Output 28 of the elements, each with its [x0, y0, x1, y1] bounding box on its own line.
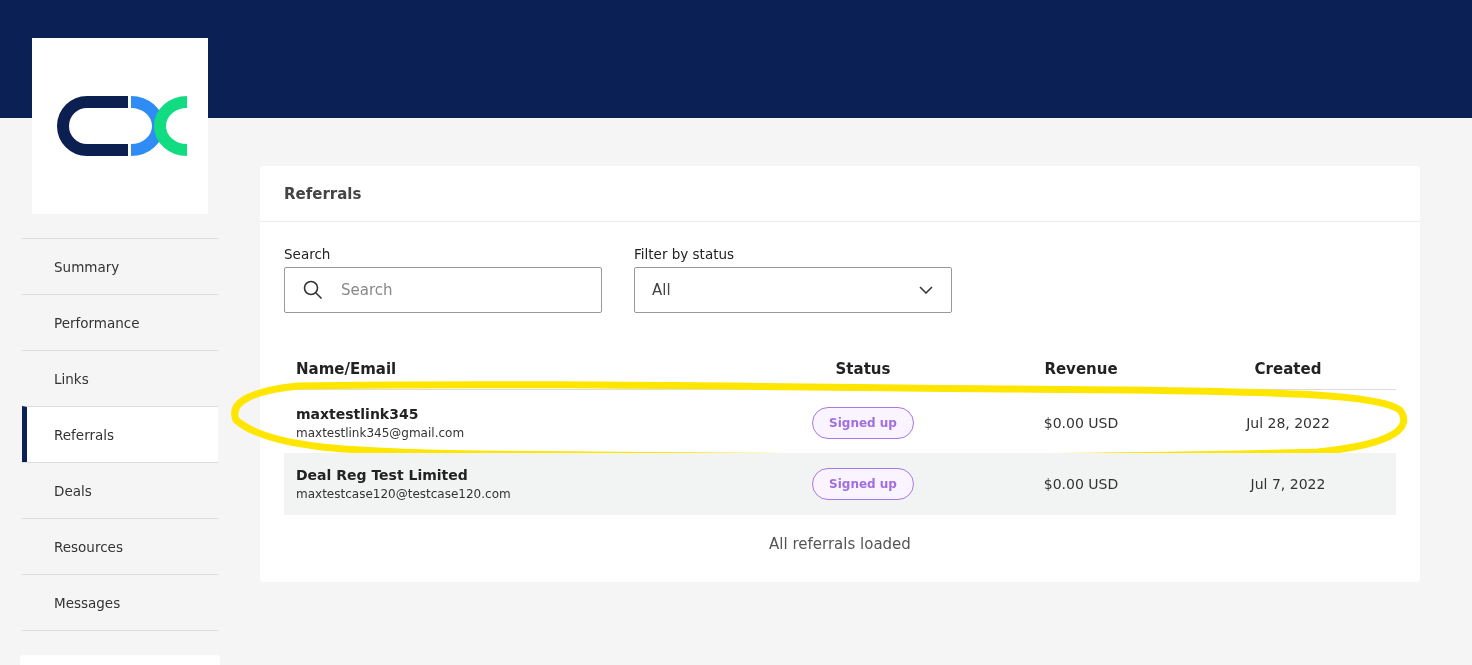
status-badge: Signed up: [812, 468, 914, 500]
chevron-down-icon: [919, 286, 933, 294]
date-cell-text: Jul 7, 2022: [1248, 476, 1327, 492]
field-label: Filter by status: [634, 246, 736, 262]
column-header: Created: [1253, 360, 1323, 378]
sidebar-item[interactable]: Resources: [22, 518, 218, 574]
referral-name: Deal Reg Test Limited: [296, 467, 469, 483]
sidebar-item[interactable]: Referrals: [22, 406, 218, 462]
card-title: Referrals: [260, 166, 1420, 222]
column-header: Status: [834, 360, 892, 378]
sidebar-item[interactable]: Performance: [22, 294, 218, 350]
status-message: All referrals loaded: [768, 535, 912, 553]
column-header: Revenue: [1043, 360, 1119, 378]
revenue-cell-text: $0.00 USD: [1042, 415, 1120, 431]
referral-email: maxtestcase120@testcase120.com: [296, 487, 512, 501]
column-header: Name/Email: [295, 360, 398, 378]
referral-name: maxtestlink345: [296, 406, 420, 422]
field-label: Search: [284, 246, 332, 262]
logo-icon: [56, 95, 188, 157]
status-dropdown[interactable]: All: [634, 267, 952, 313]
sidebar-item[interactable]: Summary: [22, 238, 218, 294]
sidebar-item[interactable]: Messages: [22, 574, 218, 630]
referral-email: maxtestlink345@gmail.com: [296, 426, 466, 440]
sidebar-item[interactable]: Deals: [22, 462, 218, 518]
search-field[interactable]: Search: [284, 267, 602, 313]
revenue-cell-text: $0.00 USD: [1042, 476, 1120, 492]
date-cell-text: Jul 28, 2022: [1244, 415, 1331, 431]
status-badge: Signed up: [812, 407, 914, 439]
